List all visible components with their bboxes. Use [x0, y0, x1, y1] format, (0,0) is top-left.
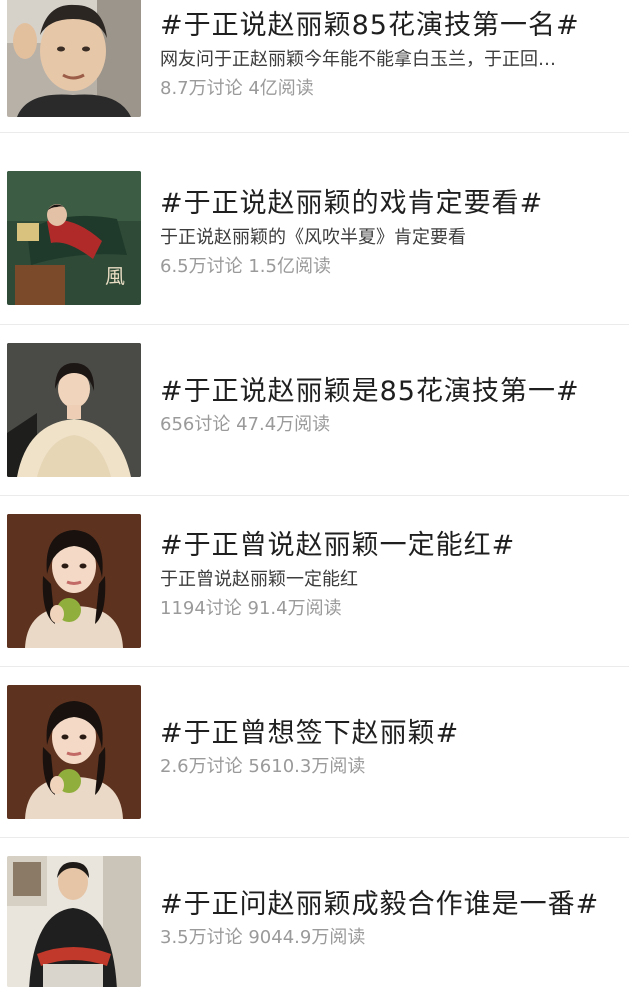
- topic-item[interactable]: #于正曾想签下赵丽颖# 2.6万讨论 5610.3万阅读: [0, 667, 629, 838]
- topic-item[interactable]: #于正问赵丽颖成毅合作谁是一番# 3.5万讨论 9044.9万阅读: [0, 838, 629, 987]
- topic-stats: 6.5万讨论 1.5亿阅读: [160, 256, 331, 277]
- thumbnail-image[interactable]: 風: [7, 171, 141, 305]
- topic-item[interactable]: #于正说赵丽颖85花演技第一名# 网友问于正赵丽颖今年能不能拿白玉兰，于正回… …: [0, 0, 629, 133]
- svg-text:風: 風: [105, 264, 125, 288]
- topic-title[interactable]: #于正曾说赵丽颖一定能红#: [160, 529, 619, 563]
- topic-item[interactable]: 風 #于正说赵丽颖的戏肯定要看# 于正说赵丽颖的《风吹半夏》肯定要看 6.5万讨…: [0, 154, 629, 325]
- topic-title[interactable]: #于正说赵丽颖的戏肯定要看#: [160, 187, 619, 221]
- topic-stats: 2.6万讨论 5610.3万阅读: [160, 756, 366, 777]
- topic-description: 网友问于正赵丽颖今年能不能拿白玉兰，于正回…: [160, 49, 556, 70]
- topic-stats: 8.7万讨论 4亿阅读: [160, 78, 314, 99]
- topic-title[interactable]: #于正说赵丽颖是85花演技第一#: [160, 375, 619, 409]
- topic-stats: 1194讨论 91.4万阅读: [160, 598, 342, 619]
- thumbnail-image[interactable]: [7, 343, 141, 477]
- topic-stats: 656讨论 47.4万阅读: [160, 414, 331, 435]
- thumbnail-image[interactable]: [7, 514, 141, 648]
- thumbnail-image[interactable]: [7, 856, 141, 987]
- thumbnail-image[interactable]: [7, 685, 141, 819]
- topic-title[interactable]: #于正说赵丽颖85花演技第一名#: [160, 9, 619, 43]
- topic-description: 于正曾说赵丽颖一定能红: [160, 569, 358, 590]
- topic-item[interactable]: #于正曾说赵丽颖一定能红# 于正曾说赵丽颖一定能红 1194讨论 91.4万阅读: [0, 496, 629, 667]
- topic-list: #于正说赵丽颖85花演技第一名# 网友问于正赵丽颖今年能不能拿白玉兰，于正回… …: [0, 0, 629, 987]
- topic-title[interactable]: #于正问赵丽颖成毅合作谁是一番#: [160, 888, 619, 922]
- thumbnail-image[interactable]: [7, 0, 141, 117]
- topic-description: 于正说赵丽颖的《风吹半夏》肯定要看: [160, 227, 466, 248]
- topic-title[interactable]: #于正曾想签下赵丽颖#: [160, 717, 619, 751]
- topic-item[interactable]: #于正说赵丽颖是85花演技第一# 656讨论 47.4万阅读: [0, 325, 629, 496]
- topic-stats: 3.5万讨论 9044.9万阅读: [160, 927, 366, 948]
